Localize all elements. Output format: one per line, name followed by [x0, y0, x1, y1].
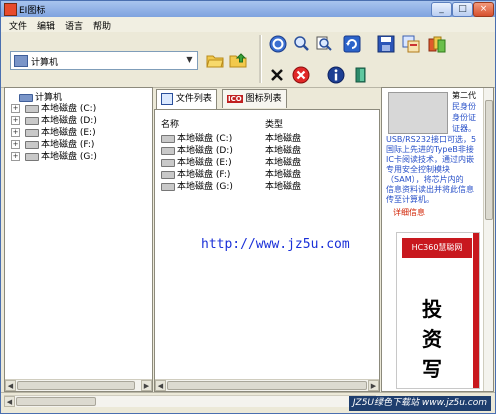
- ad-side-text: 证器。: [452, 124, 476, 133]
- app-window: EI图标 _ □ × 文件 编辑 语言 帮助 计算机 ▼ 计算机 + 本地磁盘 …: [0, 0, 496, 414]
- address-value: 计算机: [31, 58, 59, 68]
- banner-char: 投: [422, 297, 442, 321]
- scroll-left-button[interactable]: ◀: [4, 396, 15, 407]
- expand-icon[interactable]: +: [11, 152, 20, 161]
- toolbar: 计算机 ▼: [1, 32, 495, 88]
- menu-bar: 文件 编辑 语言 帮助: [1, 17, 495, 33]
- toolbar-separator: [259, 35, 262, 83]
- exit-icon[interactable]: [352, 66, 370, 84]
- scroll-thumb[interactable]: [16, 397, 96, 406]
- ad-side-text: 第二代: [452, 91, 476, 100]
- computer-icon: [14, 55, 28, 67]
- list-hscrollbar[interactable]: ◀ ▶: [155, 379, 379, 391]
- list-row-type: 本地磁盘: [265, 182, 302, 192]
- column-header-type[interactable]: 类型: [265, 117, 283, 130]
- drive-icon: [161, 170, 175, 179]
- drive-icon: [25, 116, 39, 125]
- zoom-out-icon[interactable]: [315, 35, 333, 53]
- scroll-right-button[interactable]: ▶: [368, 380, 379, 391]
- tree-hscrollbar[interactable]: ◀ ▶: [5, 379, 152, 391]
- folder-tree[interactable]: 计算机 + 本地磁盘 (C:) + 本地磁盘 (D:) + 本地磁盘 (E:) …: [4, 87, 153, 392]
- column-header-name[interactable]: 名称: [161, 117, 179, 130]
- ad-side-text: 身份证: [452, 113, 476, 122]
- drive-icon: [25, 152, 39, 161]
- watermark-url: http://www.jz5u.com: [201, 237, 350, 252]
- extract-icon[interactable]: [428, 35, 446, 53]
- site-watermark: JZ5U绿色下载站 www.jz5u.com: [348, 396, 491, 411]
- scroll-thumb[interactable]: [167, 381, 367, 390]
- ad-panel[interactable]: 第二代 民身份 身份证 证器。 USB/RS232接口可选，5 国际上先进的Ty…: [381, 87, 494, 392]
- ad-text-line: 传至计算机。: [386, 195, 434, 204]
- banner-char: 写: [422, 357, 442, 381]
- details-link[interactable]: 详细信息: [393, 207, 425, 218]
- menu-help[interactable]: 帮助: [93, 19, 111, 32]
- banner-char: 资: [422, 327, 442, 351]
- ad-side-text: 民身份: [452, 102, 476, 111]
- ad-vscrollbar[interactable]: [483, 88, 493, 391]
- stop-icon[interactable]: [292, 66, 310, 84]
- tree-drive-g[interactable]: 本地磁盘 (G:): [25, 149, 97, 162]
- expand-icon[interactable]: +: [11, 116, 20, 125]
- close-button[interactable]: ×: [473, 2, 494, 17]
- file-list-icon: [161, 92, 173, 105]
- scroll-left-button[interactable]: ◀: [155, 380, 166, 391]
- ico-badge: ICO: [227, 95, 243, 103]
- list-row[interactable]: 本地磁盘 (G:): [161, 179, 233, 192]
- hc360-logo: HC360慧聪网: [402, 238, 472, 258]
- banner-red-bar: [473, 233, 479, 388]
- status-bar: ◀ ▶ JZ5U绿色下载站 www.jz5u.com: [1, 392, 495, 413]
- ad-banner[interactable]: HC360慧聪网 投 资 写: [396, 232, 480, 389]
- save-icon[interactable]: [377, 35, 395, 53]
- cancel-icon[interactable]: [268, 66, 286, 84]
- menu-edit[interactable]: 编辑: [37, 19, 55, 32]
- address-combobox[interactable]: 计算机 ▼: [10, 51, 198, 70]
- expand-icon[interactable]: +: [11, 140, 20, 149]
- drive-icon: [25, 140, 39, 149]
- open-folder-icon[interactable]: [206, 51, 224, 69]
- drive-icon: [161, 134, 175, 143]
- status-hscrollbar[interactable]: ◀ ▶: [4, 395, 376, 407]
- expand-icon[interactable]: +: [11, 104, 20, 113]
- menu-language[interactable]: 语言: [65, 19, 83, 32]
- info-icon[interactable]: [327, 66, 345, 84]
- copy-icon[interactable]: [402, 35, 420, 53]
- chevron-down-icon[interactable]: ▼: [183, 53, 196, 66]
- title-bar[interactable]: EI图标 _ □ ×: [1, 1, 495, 17]
- maximize-button[interactable]: □: [452, 2, 473, 17]
- scroll-thumb[interactable]: [17, 381, 135, 390]
- app-icon: [4, 3, 17, 16]
- drive-icon: [161, 158, 175, 167]
- drive-icon: [161, 146, 175, 155]
- view-tabs: 文件列表 ICO 图标列表: [154, 89, 378, 109]
- window-title: EI图标: [19, 6, 46, 16]
- scroll-left-button[interactable]: ◀: [5, 380, 16, 391]
- scroll-right-button[interactable]: ▶: [141, 380, 152, 391]
- refresh-icon[interactable]: [269, 35, 287, 53]
- sync-icon[interactable]: [343, 35, 361, 53]
- zoom-in-icon[interactable]: [292, 35, 310, 53]
- scroll-thumb[interactable]: [485, 100, 493, 220]
- menu-file[interactable]: 文件: [9, 19, 27, 32]
- drive-icon: [25, 104, 39, 113]
- tab-file-list[interactable]: 文件列表: [156, 89, 217, 109]
- card-reader-image: [388, 92, 448, 134]
- folder-up-icon[interactable]: [229, 51, 247, 69]
- minimize-button[interactable]: _: [431, 2, 452, 17]
- expand-icon[interactable]: +: [11, 128, 20, 137]
- drive-icon: [25, 128, 39, 137]
- drive-icon: [161, 182, 175, 191]
- tab-icon-list[interactable]: ICO 图标列表: [222, 89, 287, 108]
